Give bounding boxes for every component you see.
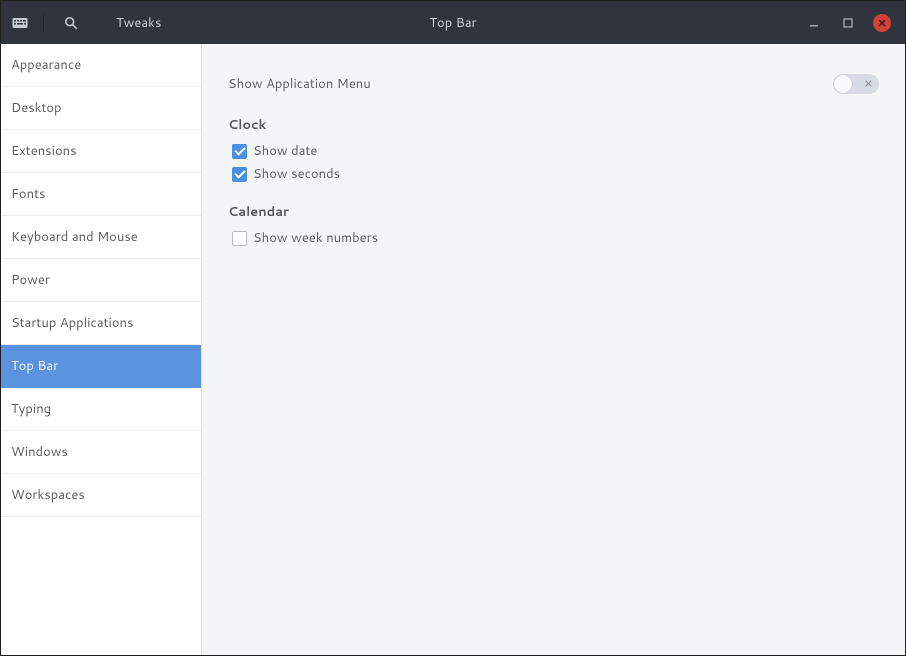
setting-label-show-seconds: Show seconds [253, 165, 340, 183]
checkbox-show-seconds[interactable] [232, 167, 247, 182]
close-button[interactable] [873, 14, 891, 32]
maximize-icon [843, 18, 853, 28]
close-icon [877, 18, 887, 28]
switch-knob [834, 75, 852, 93]
keyboard-icon [11, 14, 29, 32]
titlebar: Tweaks Top Bar [1, 1, 905, 44]
titlebar-separator [43, 13, 44, 33]
maximize-button[interactable] [839, 14, 857, 32]
setting-row-show-date: Show date [232, 142, 879, 160]
setting-label-show-week-numbers: Show week numbers [253, 229, 378, 247]
window-body: AppearanceDesktopExtensionsFontsKeyboard… [1, 44, 905, 655]
minimize-icon [809, 18, 819, 28]
sidebar-item-keyboard-and-mouse[interactable]: Keyboard and Mouse [1, 216, 201, 259]
sidebar: AppearanceDesktopExtensionsFontsKeyboard… [1, 44, 202, 655]
sidebar-item-extensions[interactable]: Extensions [1, 130, 201, 173]
sidebar-item-power[interactable]: Power [1, 259, 201, 302]
settings-sections: Clock Show date Show seconds Calendar Show w… [228, 116, 879, 247]
tweaks-window: Tweaks Top Bar AppearanceDesktopExtensio… [0, 0, 906, 656]
titlebar-left: Tweaks [1, 10, 161, 36]
minimize-button[interactable] [805, 14, 823, 32]
search-icon [64, 16, 78, 30]
setting-row-show-seconds: Show seconds [232, 165, 879, 183]
sidebar-item-fonts[interactable]: Fonts [1, 173, 201, 216]
sidebar-item-workspaces[interactable]: Workspaces [1, 474, 201, 517]
sidebar-item-top-bar[interactable]: Top Bar [1, 345, 201, 388]
checkbox-show-date[interactable] [232, 144, 247, 159]
switch-off-icon: ✕ [864, 79, 873, 90]
sidebar-item-desktop[interactable]: Desktop [1, 87, 201, 130]
section-title-clock: Clock [228, 116, 879, 134]
search-button[interactable] [58, 10, 84, 36]
section-title-calendar: Calendar [228, 203, 879, 221]
setting-label-show-date: Show date [253, 142, 317, 160]
app-name[interactable]: Tweaks [116, 14, 161, 32]
sidebar-item-appearance[interactable]: Appearance [1, 44, 201, 87]
show-application-menu-label: Show Application Menu [228, 75, 371, 93]
sidebar-item-typing[interactable]: Typing [1, 388, 201, 431]
sidebar-item-windows[interactable]: Windows [1, 431, 201, 474]
show-application-menu-switch[interactable]: ✕ [833, 74, 879, 94]
window-controls [805, 14, 905, 32]
setting-row-show-week-numbers: Show week numbers [232, 229, 879, 247]
content-area: Show Application Menu ✕ Clock Show date Sh… [202, 44, 905, 655]
sidebar-item-startup-applications[interactable]: Startup Applications [1, 302, 201, 345]
show-application-menu-row: Show Application Menu ✕ [228, 72, 879, 96]
checkbox-show-week-numbers[interactable] [232, 231, 247, 246]
